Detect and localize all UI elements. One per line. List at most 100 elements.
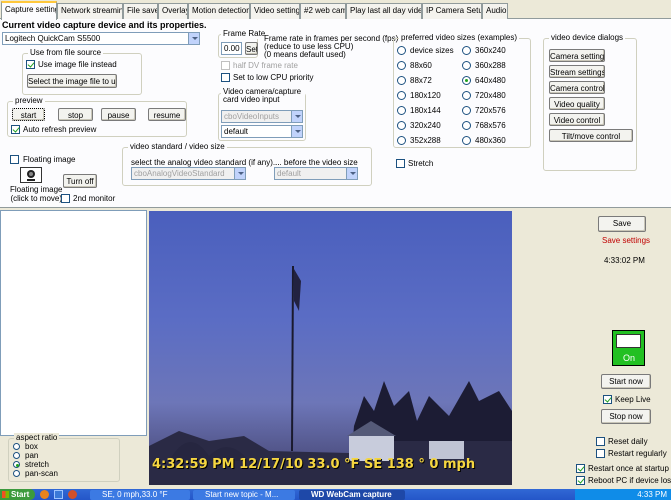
reset-daily-checkbox[interactable] [596,437,605,446]
panel-heading: Current video capture device and its pro… [2,20,207,30]
size-label: 320x240 [410,121,441,130]
device-select[interactable]: Logitech QuickCam S5500 [2,32,200,45]
firefox-icon[interactable] [40,490,49,499]
camera-settings-button[interactable]: Camera settings [549,49,605,62]
on-indicator-label: On [623,353,636,363]
capture-settings-panel: Current video capture device and its pro… [0,19,671,208]
save-settings-label: Save settings [602,236,651,245]
browser-icon[interactable] [54,490,63,499]
analog-standard-select[interactable]: cboAnalogVideoStandard [131,167,246,180]
on-indicator[interactable]: On [612,330,645,366]
stop-button[interactable]: stop [58,108,93,121]
frame-rate-input[interactable]: 0.00 [221,42,242,55]
size-radio-180x120[interactable] [397,91,406,100]
aspect-radio-pan-scan[interactable] [13,470,20,477]
select-image-file-button[interactable]: Select the image file to use [27,74,117,88]
start-now-button[interactable]: Start now [601,374,651,389]
start-button[interactable]: start [12,108,45,121]
frame-rate-set-button[interactable]: Set [245,42,258,55]
size-radio-720x480[interactable] [462,91,471,100]
auto-refresh-label: Auto refresh preview [23,125,97,134]
taskbar-item-forum[interactable]: Start new topic - M... [193,490,295,500]
size-radio-88x60[interactable] [397,61,406,70]
size-radio-88x72[interactable] [397,76,406,85]
taskbar-item-weather[interactable]: SE, 0 mph,33.0 °F [90,490,190,500]
taskbar-item-webcam[interactable]: WD WebCam capture [299,490,405,500]
chevron-down-icon [234,168,245,179]
second-monitor-checkbox[interactable] [61,194,70,203]
tab-overlay[interactable]: Overlay [158,3,188,19]
restart-regularly-checkbox[interactable] [596,449,605,458]
auto-refresh-checkbox[interactable] [11,125,20,134]
video-inputs-select[interactable]: cboVideoInputs [221,110,303,123]
video-input-default-select[interactable]: default [221,125,303,138]
tab-motion-detection[interactable]: Motion detection [188,3,250,19]
tilt-move-control-button[interactable]: Tilt/move control [549,129,633,142]
size-label: device sizes [410,46,454,55]
keep-live-checkbox[interactable] [603,395,612,404]
stretch-checkbox[interactable] [396,159,405,168]
size-radio-720x576[interactable] [462,106,471,115]
size-radio-360x288[interactable] [462,61,471,70]
tab-audio[interactable]: Audio [482,3,508,19]
tab-web-cam-2[interactable]: #2 web cam [300,3,346,19]
video-preview[interactable] [149,211,512,485]
size-radio-360x240[interactable] [462,46,471,55]
size-radio-180x144[interactable] [397,106,406,115]
aspect-radio-stretch[interactable] [13,461,20,468]
camera-icon[interactable] [20,167,42,183]
device-dialogs-title: video device dialogs [549,33,626,43]
video-overlay-text: 4:32:59 PM 12/17/10 33.0 °F SE 138 ° 0 m… [152,457,476,472]
use-image-file-label: Use image file instead [38,60,117,69]
video-size-select[interactable]: default [274,167,358,180]
save-button[interactable]: Save [598,216,646,232]
chevron-down-icon [346,168,357,179]
reboot-label: Reboot PC if device lost [588,476,671,485]
turn-off-button[interactable]: Turn off [63,174,97,188]
low-cpu-label: Set to low CPU priority [233,73,314,82]
camera-scene-image [149,265,512,485]
reboot-checkbox[interactable] [576,476,585,485]
video-control-button[interactable]: Video control [549,113,605,126]
clock: 4:33 PM [637,490,667,499]
restart-startup-checkbox[interactable] [576,464,585,473]
size-radio-480x360[interactable] [462,136,471,145]
size-radio-768x576[interactable] [462,121,471,130]
aspect-radio-box[interactable] [13,443,20,450]
low-cpu-checkbox[interactable] [221,73,230,82]
stream-settings-button[interactable]: Stream settings [549,65,605,78]
size-radio-640x480[interactable] [462,76,471,85]
media-icon[interactable] [68,490,77,499]
tab-capture-settings[interactable]: Capture settings [1,1,57,20]
start-button-taskbar[interactable]: Start [0,489,35,500]
camera-control-button[interactable]: Camera control [549,81,605,94]
tab-ip-camera-setup[interactable]: IP Camera Setup [422,3,482,19]
floating-image-label: Floating image [23,155,76,164]
size-radio-352x288[interactable] [397,136,406,145]
aspect-radio-pan[interactable] [13,452,20,459]
half-dv-label: half DV frame rate [233,61,298,70]
pause-button[interactable]: pause [101,108,136,121]
stop-now-button[interactable]: Stop now [601,409,651,424]
size-radio-device-sizes[interactable] [397,46,406,55]
size-label: 180x120 [410,91,441,100]
tab-video-settings[interactable]: Video settings [250,3,300,19]
preview-title: preview [13,96,45,106]
size-label: 720x576 [475,106,506,115]
use-image-file-checkbox[interactable] [26,60,35,69]
left-list-pane[interactable] [0,210,147,436]
tab-file-save[interactable]: File save [123,3,158,19]
keep-live-label: Keep Live [615,395,651,404]
tab-network-streaming[interactable]: Network streaming [57,3,123,19]
current-time-label: 4:33:02 PM [604,256,645,265]
floating-image-checkbox[interactable] [10,155,19,164]
size-label: 720x480 [475,91,506,100]
tab-play-last-all-day-video[interactable]: Play last all day video [346,3,422,19]
chevron-down-icon [188,33,199,44]
resume-button[interactable]: resume [148,108,186,121]
half-dv-checkbox[interactable] [221,61,230,70]
preview-group: preview start stop pause resume Auto ref… [7,96,187,137]
frame-rate-title: Frame Rate [221,29,268,39]
size-radio-320x240[interactable] [397,121,406,130]
video-quality-button[interactable]: Video quality [549,97,605,110]
